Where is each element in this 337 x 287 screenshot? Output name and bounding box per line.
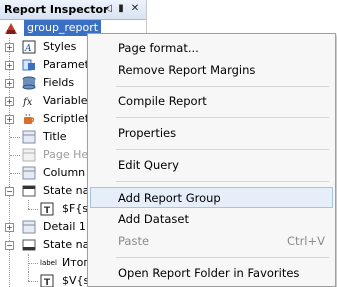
- menu-item-add-report-group[interactable]: Add Report Group: [90, 187, 333, 208]
- tree-item-label: $F{s: [62, 202, 89, 215]
- textfield-icon: T: [40, 202, 54, 216]
- panel-close-icon[interactable]: ✕: [128, 2, 142, 16]
- tree-item-label: Title: [43, 130, 67, 143]
- tree-item-label: Detail 1: [43, 220, 86, 233]
- menu-item-label: Add Report Group: [118, 191, 221, 205]
- svg-text:T: T: [44, 278, 51, 287]
- tree-connector: [28, 200, 29, 209]
- expand-icon[interactable]: +: [5, 61, 14, 70]
- label-icon: label: [40, 259, 57, 267]
- tree-item-label: Paramet: [43, 58, 89, 71]
- menu-item-remove-margins[interactable]: Remove Report Margins: [90, 60, 333, 81]
- menu-item-edit-query[interactable]: Edit Query: [90, 155, 333, 176]
- expand-icon[interactable]: +: [5, 79, 14, 88]
- parameters-icon: [22, 59, 35, 71]
- menu-item-open-report-folder[interactable]: Open Report Folder in Favorites: [90, 263, 333, 284]
- expand-icon[interactable]: +: [5, 223, 14, 232]
- expand-icon[interactable]: +: [5, 97, 14, 106]
- menu-item-label: Paste: [118, 234, 150, 248]
- tree-connector: [28, 281, 38, 282]
- band-icon: [22, 166, 36, 180]
- menu-item-label: Add Dataset: [118, 212, 189, 226]
- panel-restore-icon[interactable]: ▮: [114, 2, 128, 16]
- group-header-icon: [22, 185, 36, 197]
- panel-minimize-icon[interactable]: ◁: [101, 2, 115, 16]
- menu-item-shortcut: Ctrl+V: [287, 234, 325, 248]
- menu-item-label: Page format...: [118, 41, 199, 55]
- tree-connector: [28, 272, 29, 281]
- menu-item-label: Compile Report: [118, 94, 207, 108]
- band-icon: [22, 220, 36, 234]
- tree-item-label: Styles: [43, 40, 77, 53]
- menu-separator: [116, 181, 329, 182]
- expand-icon[interactable]: +: [5, 115, 14, 124]
- report-icon: [5, 23, 17, 34]
- menu-item-page-format[interactable]: Page format...: [90, 38, 333, 59]
- svg-text:T: T: [44, 206, 51, 216]
- svg-text:fx: fx: [22, 97, 33, 108]
- menu-item-properties[interactable]: Properties: [90, 123, 333, 144]
- tree-connector: [10, 137, 20, 138]
- menu-item-label: Properties: [118, 126, 177, 140]
- band-icon: [22, 148, 36, 162]
- variables-icon: fx: [22, 97, 33, 108]
- menu-item-label: Edit Query: [118, 158, 179, 172]
- tree-connector: [10, 173, 20, 174]
- menu-separator: [116, 149, 329, 150]
- menu-item-label: Open Report Folder in Favorites: [118, 266, 300, 280]
- textfield-icon: T: [40, 274, 54, 287]
- tree-item-label: Итог: [62, 256, 90, 269]
- tree-item-label: Scriptlet: [43, 112, 90, 125]
- fields-icon: [22, 76, 36, 90]
- panel-title-bar: Report Inspector ◁ ▮ ✕: [0, 0, 146, 20]
- tree-connector: [28, 263, 38, 264]
- menu-separator: [116, 257, 329, 258]
- tree-item-label: Variables: [43, 94, 94, 107]
- menu-separator: [116, 117, 329, 118]
- panel-title: Report Inspector: [4, 3, 109, 16]
- collapse-icon[interactable]: −: [5, 241, 14, 250]
- context-menu: Page format... Remove Report Margins Com…: [87, 33, 336, 287]
- svg-text:A: A: [24, 44, 32, 54]
- menu-item-compile-report[interactable]: Compile Report: [90, 91, 333, 112]
- tree-connector: [10, 155, 20, 156]
- styles-icon: A: [22, 40, 36, 54]
- group-footer-icon: [22, 239, 36, 251]
- tree-connector: [28, 209, 38, 210]
- collapse-icon[interactable]: −: [5, 187, 14, 196]
- menu-item-add-dataset[interactable]: Add Dataset: [90, 209, 333, 230]
- tree-item-label: Fields: [43, 76, 75, 89]
- tree-item-label: $V{s: [62, 274, 90, 287]
- tree-item-label: Column: [43, 166, 86, 179]
- scriptlets-icon: [24, 113, 35, 124]
- tree-item-label: State na: [43, 184, 90, 197]
- menu-separator: [116, 86, 329, 87]
- tree-item-label: Page He: [43, 148, 89, 161]
- menu-item-label: Remove Report Margins: [118, 63, 256, 77]
- expand-icon[interactable]: +: [5, 43, 14, 52]
- tree-item-label: State na: [43, 238, 90, 251]
- menu-item-paste[interactable]: Paste Ctrl+V: [90, 231, 333, 252]
- band-icon: [22, 130, 36, 144]
